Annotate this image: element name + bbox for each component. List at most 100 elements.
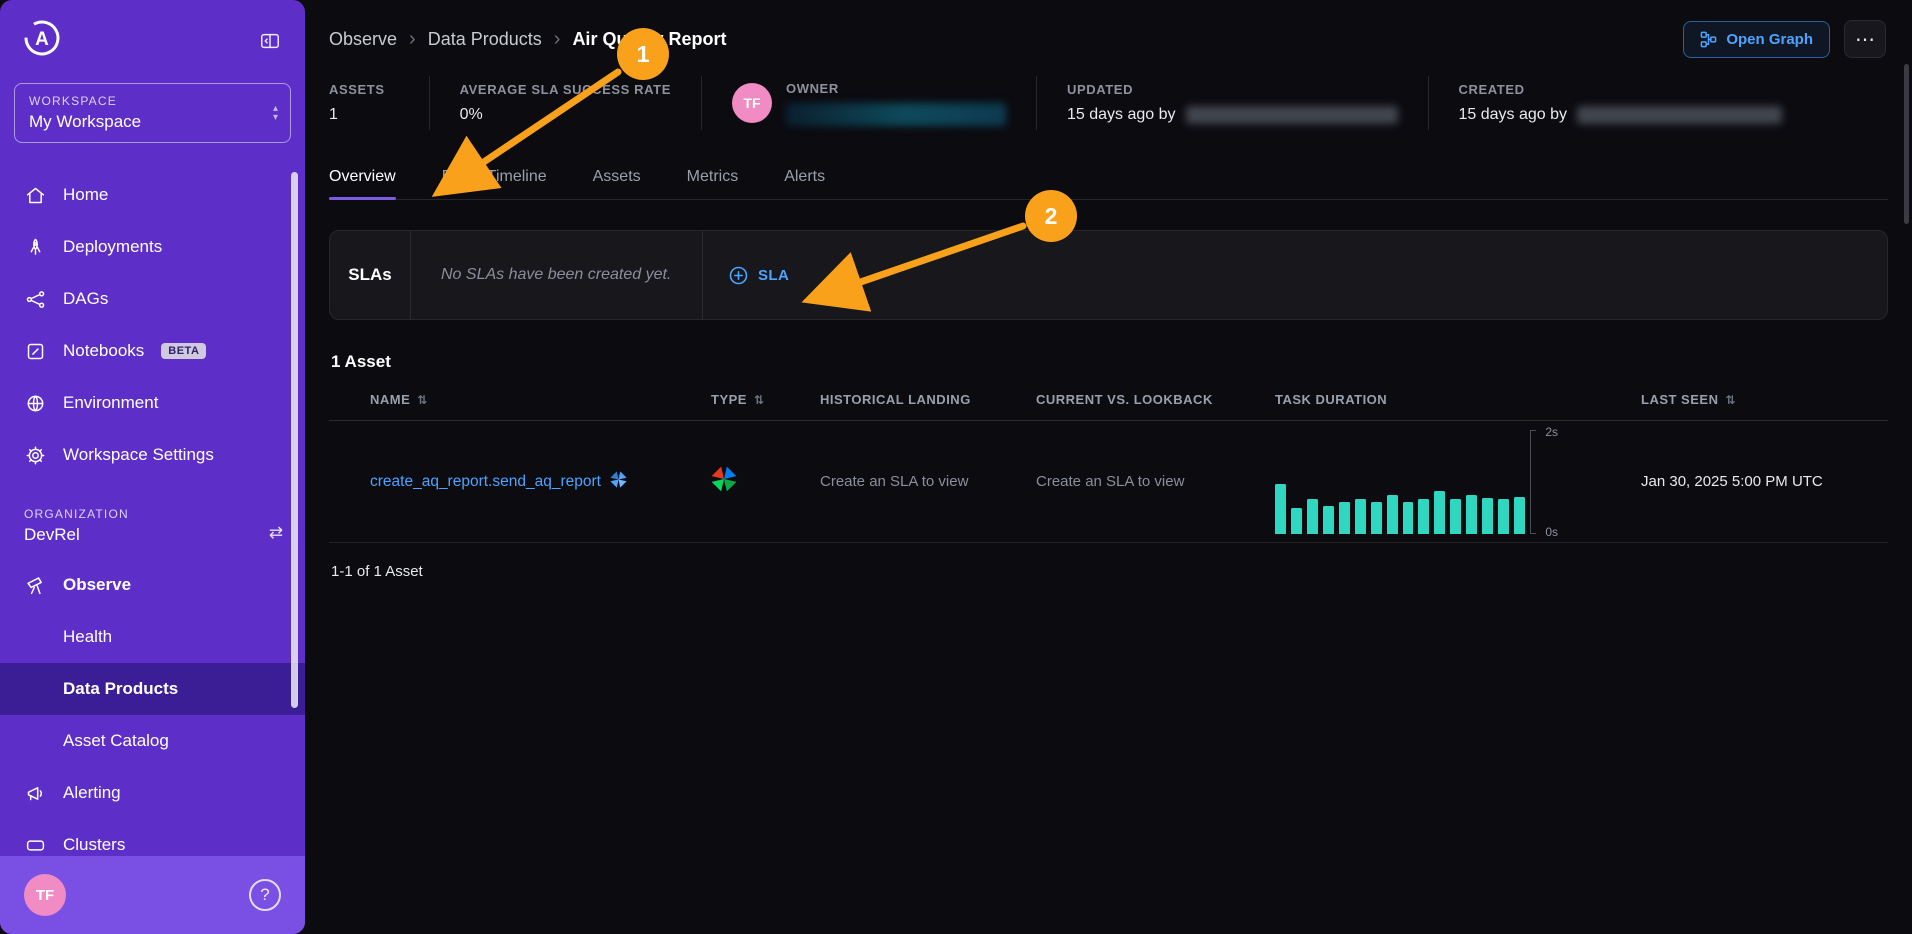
sidebar: A WORKSPACE My Workspace ▴ ▾: [0, 0, 305, 934]
gear-icon: [24, 445, 46, 466]
assets-section: 1 Asset NAME ⇅ TYPE ⇅ HISTORICAL LANDING…: [329, 352, 1888, 580]
chart-axis-max-label: 2s: [1545, 425, 1558, 439]
tab-event-timeline[interactable]: Event Timeline: [442, 154, 547, 199]
rocket-icon: [24, 237, 46, 258]
tab-metrics[interactable]: Metrics: [687, 154, 739, 199]
sidebar-scrollbar[interactable]: [291, 172, 298, 708]
asset-link[interactable]: create_aq_report.send_aq_report: [370, 473, 601, 491]
duration-bar: [1275, 484, 1286, 534]
graph-icon: [1700, 31, 1717, 48]
breadcrumb-observe[interactable]: Observe: [329, 29, 397, 50]
duration-bar: [1514, 497, 1525, 533]
tab-alerts[interactable]: Alerts: [784, 154, 825, 199]
stat-assets: ASSETS 1: [329, 76, 429, 130]
sort-icon[interactable]: ⇅: [1725, 393, 1736, 407]
home-icon: [24, 185, 46, 206]
sidebar-collapse-icon[interactable]: [255, 28, 285, 54]
workspace-nav: Home Deployments DAGs Notebooks BETA: [0, 169, 305, 481]
airflow-icon: [711, 479, 737, 496]
workspace-name: My Workspace: [29, 112, 276, 132]
chevron-right-icon: ›: [554, 28, 561, 51]
help-icon[interactable]: ?: [249, 879, 281, 911]
notebook-icon: [24, 341, 46, 362]
organization-selector[interactable]: ORGANIZATION DevRel ⇄: [0, 507, 305, 545]
header-actions: Open Graph ⋯: [1683, 20, 1886, 58]
stat-updated: UPDATED 15 days ago by: [1036, 76, 1428, 130]
sidebar-item-dags[interactable]: DAGs: [0, 273, 305, 325]
column-header-last-seen[interactable]: LAST SEEN ⇅: [1641, 392, 1888, 407]
page-title: Air Quality Report: [572, 29, 726, 50]
owner-name-redacted: [786, 103, 1006, 126]
column-header-current-vs-lookback: CURRENT VS. LOOKBACK: [1036, 392, 1275, 407]
stat-created: CREATED 15 days ago by: [1428, 76, 1813, 130]
tab-overview[interactable]: Overview: [329, 154, 396, 199]
stat-owner: TF OWNER: [701, 76, 1036, 130]
switch-org-icon[interactable]: ⇄: [269, 523, 283, 543]
duration-bar: [1466, 495, 1477, 533]
beta-badge: BETA: [161, 343, 206, 359]
organization-label: ORGANIZATION: [24, 507, 281, 521]
add-sla-button[interactable]: SLA: [703, 231, 815, 319]
sidebar-item-workspace-settings[interactable]: Workspace Settings: [0, 429, 305, 481]
tab-bar: Overview Event Timeline Assets Metrics A…: [329, 154, 1888, 200]
sort-icon[interactable]: ⇅: [417, 393, 428, 407]
sla-panel-title: SLAs: [330, 231, 411, 319]
sidebar-item-home[interactable]: Home: [0, 169, 305, 221]
breadcrumb-data-products[interactable]: Data Products: [428, 29, 542, 50]
column-header-historical-landing: HISTORICAL LANDING: [820, 392, 1036, 407]
page-scrollbar[interactable]: [1904, 64, 1909, 224]
airflow-mini-icon: [610, 471, 627, 493]
user-avatar[interactable]: TF: [24, 874, 66, 916]
duration-bar: [1403, 502, 1414, 533]
sort-icon[interactable]: ⇅: [754, 393, 765, 407]
column-header-type[interactable]: TYPE ⇅: [711, 392, 820, 407]
breadcrumb: Observe › Data Products › Air Quality Re…: [329, 28, 726, 51]
sidebar-item-observe[interactable]: Observe: [0, 559, 305, 611]
organization-nav: Observe Health Data Products Asset Catal…: [0, 559, 305, 871]
globe-icon: [24, 393, 46, 414]
plus-circle-icon: [729, 266, 748, 285]
last-seen-cell: Jan 30, 2025 5:00 PM UTC: [1641, 473, 1888, 490]
table-header-row: NAME ⇅ TYPE ⇅ HISTORICAL LANDING CURRENT…: [329, 392, 1888, 421]
chevron-updown-icon: ▴ ▾: [273, 104, 278, 122]
duration-bar: [1339, 502, 1350, 533]
sidebar-item-environment[interactable]: Environment: [0, 377, 305, 429]
chevron-right-icon: ›: [409, 28, 416, 51]
tab-assets[interactable]: Assets: [593, 154, 641, 199]
task-duration-bars: [1275, 430, 1531, 534]
duration-bar: [1387, 495, 1398, 533]
sla-panel: SLAs No SLAs have been created yet. SLA: [329, 230, 1888, 320]
more-options-button[interactable]: ⋯: [1844, 20, 1886, 58]
duration-bar: [1291, 508, 1302, 534]
sidebar-item-asset-catalog[interactable]: Asset Catalog: [0, 715, 305, 767]
chart-axis-min-label: 0s: [1545, 525, 1558, 539]
duration-bar: [1307, 499, 1318, 533]
duration-bar: [1323, 506, 1334, 533]
asset-count-heading: 1 Asset: [331, 352, 1888, 372]
sidebar-item-deployments[interactable]: Deployments: [0, 221, 305, 273]
cluster-icon: [24, 835, 46, 856]
asset-name-cell: create_aq_report.send_aq_report: [370, 471, 711, 493]
column-header-name[interactable]: NAME ⇅: [370, 392, 711, 407]
sidebar-header: A: [0, 0, 305, 73]
sla-empty-message: No SLAs have been created yet.: [411, 231, 703, 319]
duration-bar: [1498, 499, 1509, 533]
open-graph-button[interactable]: Open Graph: [1683, 21, 1830, 58]
duration-bar: [1371, 502, 1382, 533]
sidebar-item-notebooks[interactable]: Notebooks BETA: [0, 325, 305, 377]
task-duration-cell: 2s 0s: [1275, 430, 1641, 534]
workspace-selector[interactable]: WORKSPACE My Workspace ▴ ▾: [14, 83, 291, 143]
duration-bar: [1418, 499, 1429, 533]
sidebar-footer: TF ?: [0, 856, 305, 934]
sidebar-item-alerting[interactable]: Alerting: [0, 767, 305, 819]
telescope-icon: [24, 575, 46, 596]
owner-avatar: TF: [732, 83, 772, 123]
sidebar-item-health[interactable]: Health: [0, 611, 305, 663]
duration-bar: [1482, 498, 1493, 533]
stats-bar: ASSETS 1 AVERAGE SLA SUCCESS RATE 0% TF …: [305, 74, 1912, 150]
topbar: Observe › Data Products › Air Quality Re…: [305, 0, 1912, 74]
sidebar-item-data-products[interactable]: Data Products: [0, 663, 305, 715]
astronomer-logo: A: [22, 18, 62, 63]
table-row: create_aq_report.send_aq_report: [329, 421, 1888, 543]
workspace-label: WORKSPACE: [29, 94, 276, 108]
